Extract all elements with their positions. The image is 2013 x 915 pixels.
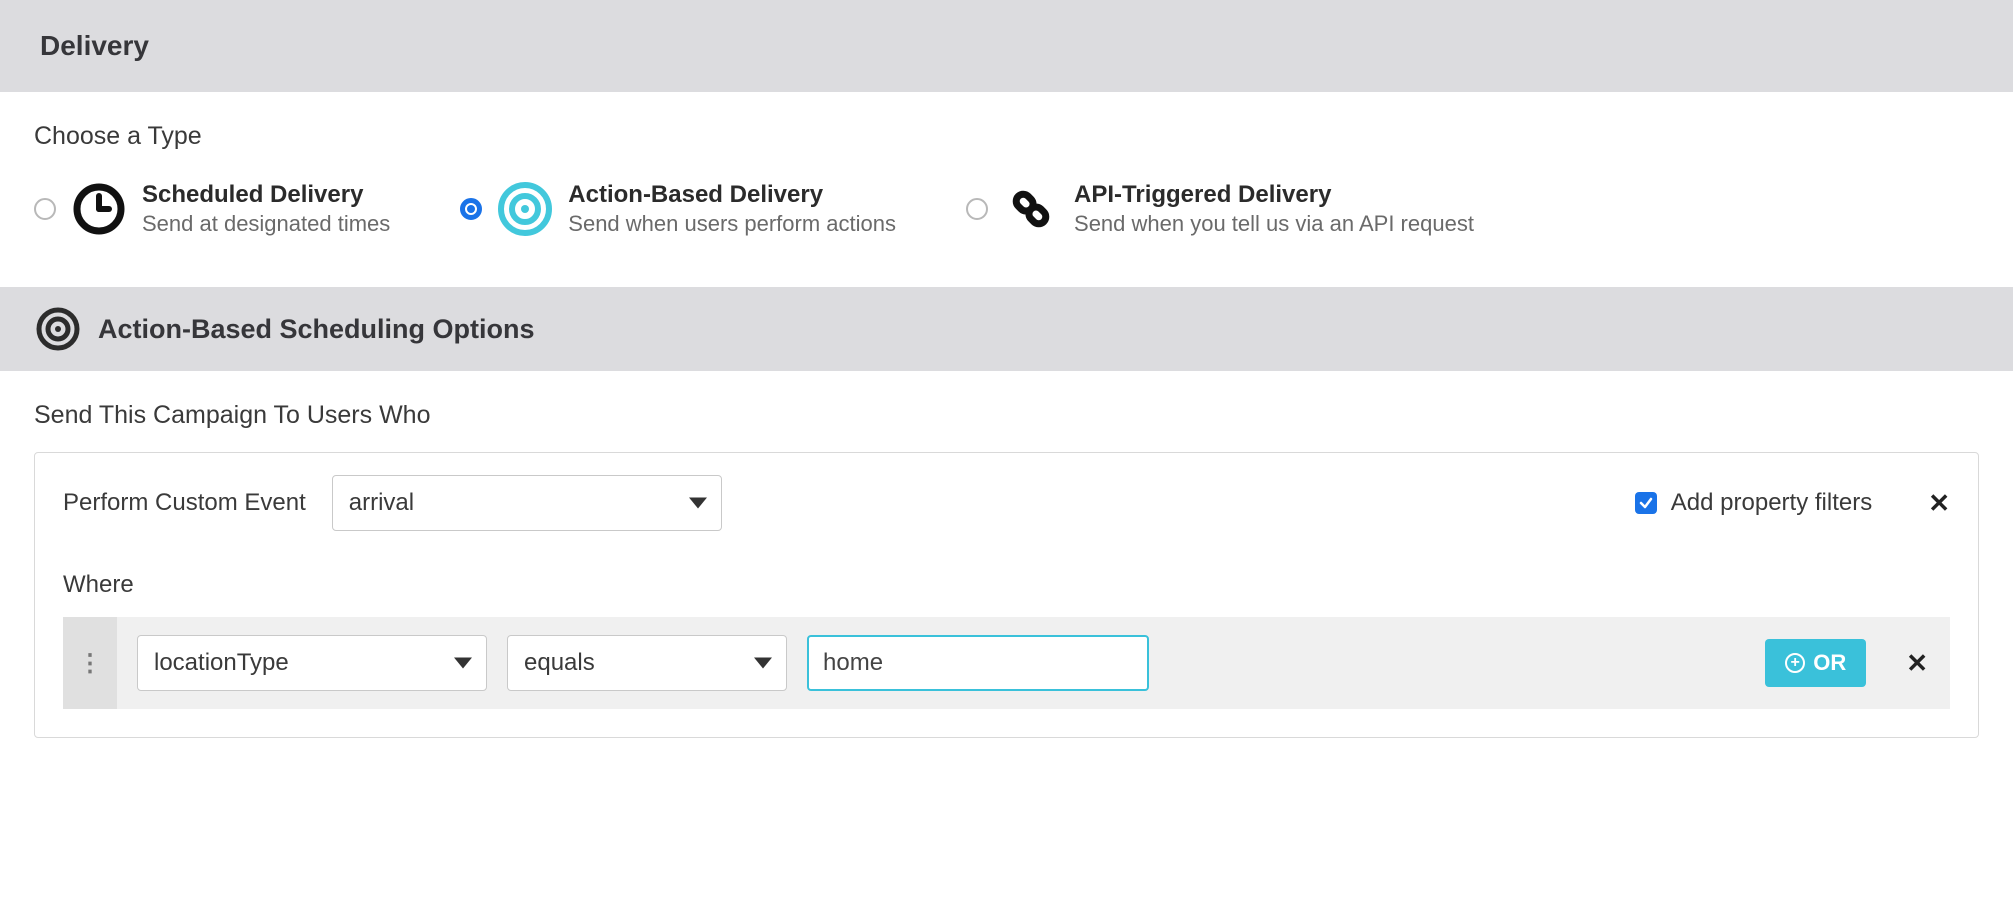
action-title: Action-Based Delivery (568, 181, 896, 209)
property-select[interactable]: locationType (137, 635, 487, 691)
scheduled-sub: Send at designated times (142, 211, 390, 237)
event-select-value: arrival (349, 489, 414, 517)
delivery-title: Delivery (40, 30, 149, 62)
delivery-type-action[interactable]: Action-Based Delivery Send when users pe… (460, 181, 896, 237)
delivery-type-scheduled[interactable]: Scheduled Delivery Send at designated ti… (34, 181, 390, 237)
api-title: API-Triggered Delivery (1074, 181, 1474, 209)
caret-down-icon (689, 498, 707, 509)
checkbox-checked-icon (1635, 492, 1657, 514)
radio-selected-icon[interactable] (460, 198, 482, 220)
operator-select[interactable]: equals (507, 635, 787, 691)
operator-select-value: equals (524, 649, 595, 677)
choose-type-label: Choose a Type (34, 122, 1979, 151)
delivery-header: Delivery (0, 0, 2013, 92)
remove-filter-button[interactable]: ✕ (1906, 648, 1928, 679)
clock-icon (72, 182, 126, 236)
radio-unselected-icon[interactable] (966, 198, 988, 220)
send-to-label: Send This Campaign To Users Who (34, 401, 1979, 430)
radio-unselected-icon[interactable] (34, 198, 56, 220)
scheduling-header: Action-Based Scheduling Options (0, 287, 2013, 371)
caret-down-icon (454, 658, 472, 669)
target-icon (498, 182, 552, 236)
add-or-button[interactable]: + OR (1765, 639, 1866, 687)
where-label: Where (63, 571, 1950, 599)
scheduling-panel: Send This Campaign To Users Who Perform … (0, 371, 2013, 748)
delivery-type-api[interactable]: API-Triggered Delivery Send when you tel… (966, 181, 1474, 237)
perform-label: Perform Custom Event (63, 489, 306, 517)
drag-handle-icon[interactable]: ⋮ (63, 617, 117, 709)
plus-circle-icon: + (1785, 653, 1805, 673)
scheduling-title: Action-Based Scheduling Options (98, 314, 535, 345)
delivery-type-row: Scheduled Delivery Send at designated ti… (34, 181, 1979, 237)
link-icon (1004, 182, 1058, 236)
property-filters-toggle[interactable]: Add property filters (1635, 489, 1872, 517)
value-input[interactable] (807, 635, 1149, 691)
action-sub: Send when users perform actions (568, 211, 896, 237)
remove-event-button[interactable]: ✕ (1928, 488, 1950, 519)
event-select[interactable]: arrival (332, 475, 722, 531)
caret-down-icon (754, 658, 772, 669)
filter-box: Perform Custom Event arrival Add propert… (34, 452, 1979, 738)
event-row: Perform Custom Event arrival Add propert… (63, 475, 1950, 531)
property-filters-label: Add property filters (1671, 489, 1872, 517)
or-label: OR (1813, 650, 1846, 676)
api-sub: Send when you tell us via an API request (1074, 211, 1474, 237)
target-dark-icon (36, 307, 80, 351)
choose-type-panel: Choose a Type Scheduled Delivery Send at… (0, 92, 2013, 287)
where-filter-row: ⋮ locationType equals + OR ✕ (63, 617, 1950, 709)
property-select-value: locationType (154, 649, 289, 677)
scheduled-title: Scheduled Delivery (142, 181, 390, 209)
